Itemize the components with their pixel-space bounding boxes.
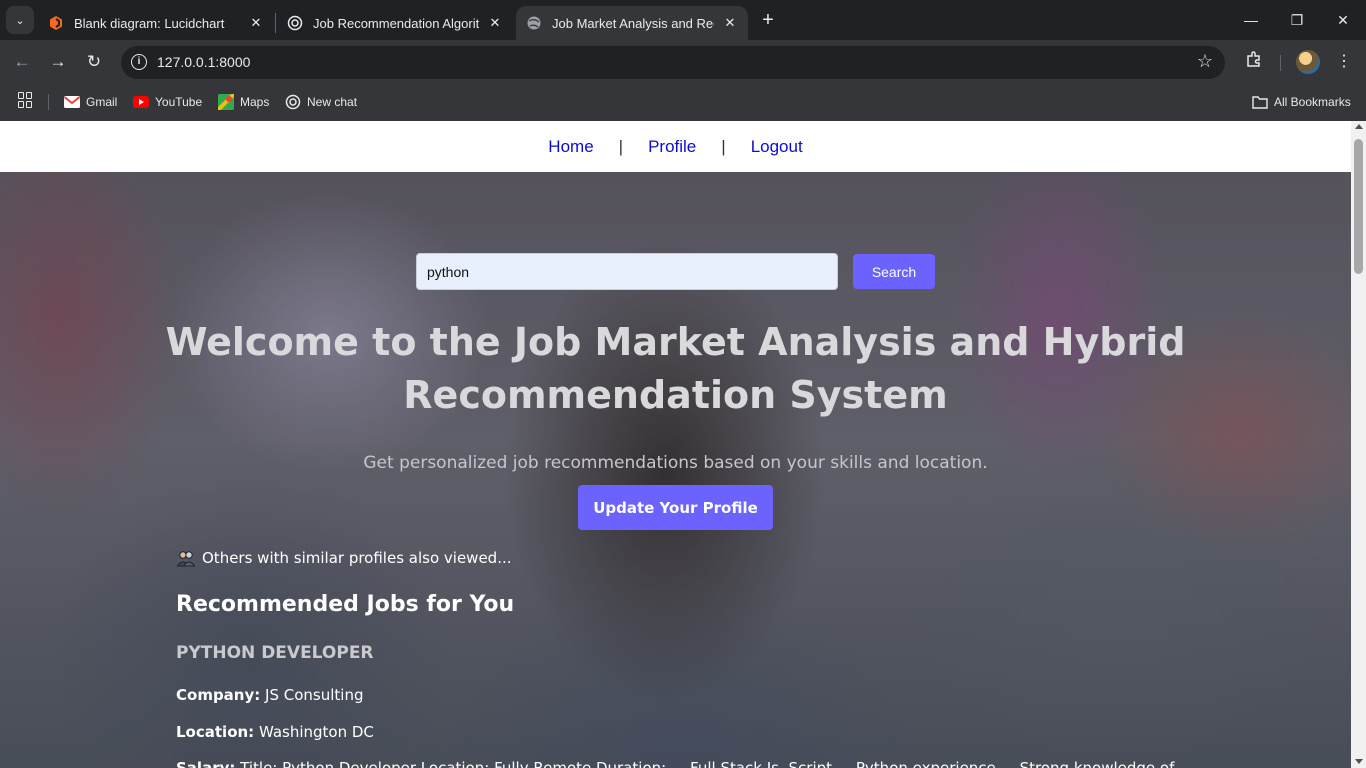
chevron-down-icon: ⌄	[15, 14, 25, 27]
address-bar[interactable]: i 127.0.0.1:8000 ☆	[121, 46, 1225, 79]
tab-title: Blank diagram: Lucidchart	[74, 15, 225, 31]
update-profile-button[interactable]: Update Your Profile	[578, 485, 773, 530]
company-label: Company:	[176, 686, 261, 704]
nav-profile-link[interactable]: Profile	[648, 137, 696, 157]
similar-profiles-note: Others with similar profiles also viewed…	[176, 549, 512, 567]
description-value: Title: Python Developer Location: Fully …	[240, 759, 1175, 768]
star-icon[interactable]: ☆	[1197, 51, 1213, 72]
bookmarks-divider	[48, 94, 49, 110]
search-input[interactable]	[416, 253, 838, 290]
tab-separator	[275, 13, 276, 33]
tab-search-button[interactable]: ⌄	[6, 6, 34, 34]
restore-button[interactable]: ❐	[1274, 6, 1320, 34]
extensions-icon[interactable]	[1242, 50, 1266, 74]
job-company: Company: JS Consulting	[176, 686, 363, 704]
site-nav: Home | Profile | Logout	[0, 121, 1351, 172]
forward-button[interactable]: →	[44, 48, 72, 76]
bookmark-label: Gmail	[86, 95, 118, 109]
nav-home-link[interactable]: Home	[548, 137, 593, 157]
youtube-icon	[133, 94, 149, 110]
tab-lucidchart[interactable]: Blank diagram: Lucidchart ✕	[38, 6, 274, 40]
title-line-1: Welcome to the Job Market Analysis and H…	[165, 320, 1186, 364]
gmail-icon	[64, 94, 80, 110]
location-value: Washington DC	[258, 723, 374, 741]
folder-icon	[1252, 94, 1268, 110]
people-icon	[176, 549, 196, 567]
company-value: JS Consulting	[265, 686, 364, 704]
bookmark-maps[interactable]: Maps	[218, 93, 269, 111]
minimize-button[interactable]: —	[1228, 6, 1274, 34]
scroll-thumb[interactable]	[1354, 139, 1363, 274]
search-button[interactable]: Search	[853, 254, 935, 289]
browser-toolbar: ← → ↻ i 127.0.0.1:8000 ☆ ⋮	[0, 40, 1366, 84]
info-icon[interactable]: i	[131, 54, 147, 70]
hero-subtitle: Get personalized job recommendations bas…	[363, 453, 988, 473]
toolbar-divider	[1280, 55, 1281, 71]
profile-avatar[interactable]	[1296, 50, 1320, 74]
bookmarks-bar: Gmail YouTube Maps New chat All Bookmark…	[0, 84, 1366, 121]
arrow-right-icon: →	[49, 52, 67, 71]
bookmark-label: YouTube	[155, 95, 203, 109]
close-icon[interactable]: ✕	[487, 15, 503, 31]
nav-logout-link[interactable]: Logout	[751, 137, 803, 157]
recommendations-heading: Recommended Jobs for You	[176, 592, 515, 617]
tab-title: Job Market Analysis and Recomm	[552, 15, 714, 31]
tab-title: Job Recommendation Algorithm	[313, 15, 479, 31]
job-title[interactable]: PYTHON DEVELOPER	[176, 643, 374, 663]
lucidchart-icon	[48, 15, 64, 31]
all-bookmarks[interactable]: All Bookmarks	[1252, 93, 1351, 111]
page-title: Welcome to the Job Market Analysis and H…	[160, 316, 1191, 422]
similar-text: Others with similar profiles also viewed…	[202, 549, 512, 567]
reload-icon: ↻	[86, 52, 102, 71]
job-location: Location: Washington DC	[176, 723, 374, 741]
arrow-left-icon: ←	[13, 52, 31, 71]
tab-strip: ⌄ Blank diagram: Lucidchart ✕ Job Recomm…	[0, 0, 1366, 40]
bookmark-gmail[interactable]: Gmail	[64, 93, 117, 111]
maps-icon	[218, 94, 234, 110]
scroll-up-arrow-icon[interactable]	[1355, 124, 1363, 129]
description-label: Salary:	[176, 759, 236, 768]
bookmark-label: Maps	[240, 95, 270, 109]
apps-grid-icon[interactable]	[18, 92, 34, 108]
close-icon[interactable]: ✕	[722, 15, 738, 31]
bookmark-label: All Bookmarks	[1274, 95, 1351, 109]
openai-icon	[285, 94, 301, 110]
page-scrollbar[interactable]	[1351, 121, 1366, 768]
url-text[interactable]: 127.0.0.1:8000	[157, 54, 250, 70]
globe-icon	[526, 15, 542, 31]
more-menu-icon[interactable]: ⋮	[1332, 50, 1356, 74]
nav-separator: |	[721, 136, 726, 156]
nav-separator: |	[618, 136, 624, 156]
bookmark-youtube[interactable]: YouTube	[133, 93, 202, 111]
close-icon[interactable]: ✕	[248, 15, 264, 31]
plus-icon: +	[762, 9, 774, 31]
scroll-down-arrow-icon[interactable]	[1355, 759, 1363, 764]
back-button[interactable]: ←	[8, 48, 36, 76]
hero-section: Search Welcome to the Job Market Analysi…	[0, 172, 1351, 768]
bookmark-new-chat[interactable]: New chat	[285, 93, 357, 111]
openai-icon	[287, 15, 303, 31]
title-line-2: Recommendation System	[403, 373, 948, 417]
tab-job-recommendation[interactable]: Job Recommendation Algorithm ✕	[277, 6, 513, 40]
new-tab-button[interactable]: +	[756, 8, 780, 32]
bookmark-label: New chat	[307, 95, 358, 109]
location-label: Location:	[176, 723, 255, 741]
job-description: Salary: Title: Python Developer Location…	[176, 759, 1174, 768]
tab-job-market[interactable]: Job Market Analysis and Recomm ✕	[516, 6, 748, 40]
reload-button[interactable]: ↻	[80, 48, 108, 76]
page-viewport: Home | Profile | Logout Search Welcome t…	[0, 121, 1351, 768]
close-window-button[interactable]: ✕	[1320, 6, 1366, 34]
